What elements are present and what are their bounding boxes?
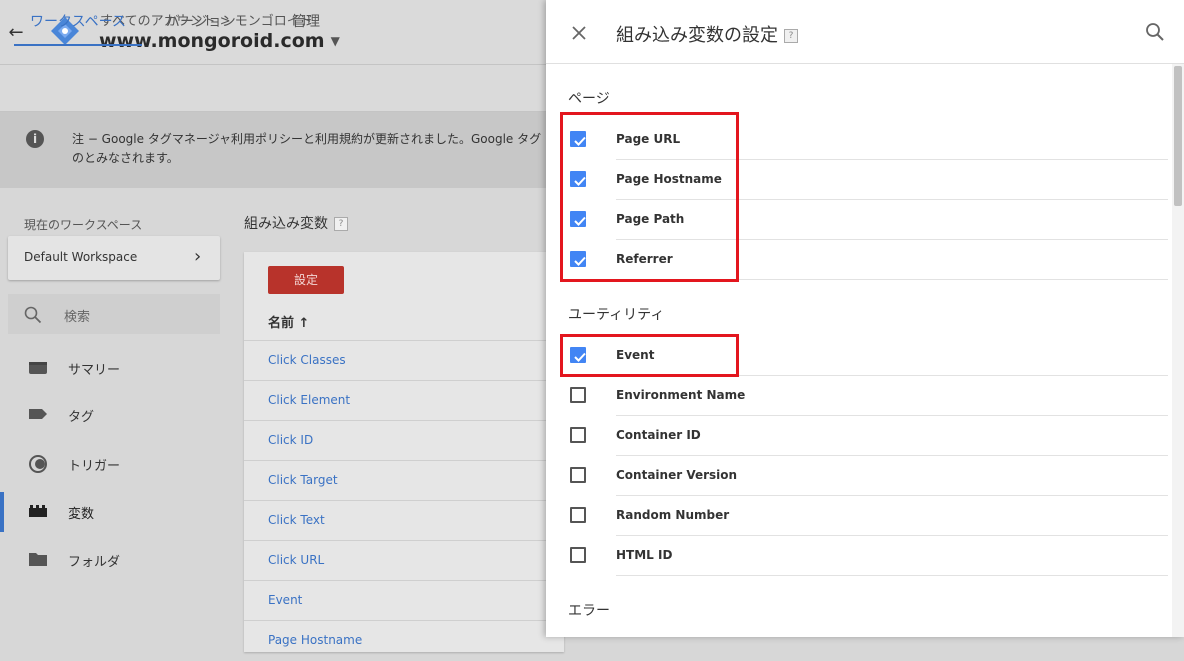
variable-label: HTML ID bbox=[616, 548, 673, 562]
notice-line-2: のとみなされます。 bbox=[72, 151, 179, 165]
section-heading-utilities: ユーティリティ bbox=[568, 307, 665, 323]
name-column-header[interactable]: 名前 ↑ bbox=[268, 312, 309, 331]
variable-checkbox-row[interactable]: Container Version bbox=[566, 456, 1168, 496]
close-icon[interactable] bbox=[566, 20, 592, 46]
table-row[interactable]: Page Hostname bbox=[244, 620, 564, 661]
content-title-text: 組み込み変数 bbox=[244, 216, 328, 232]
table-row-link[interactable]: Click URL bbox=[268, 553, 324, 567]
section-heading-page: ページ bbox=[568, 91, 610, 107]
sidebar-search-label: 検索 bbox=[64, 310, 91, 325]
tab-versions[interactable]: バージョン bbox=[166, 0, 236, 44]
variable-checkbox-row[interactable]: Environment Name bbox=[566, 376, 1168, 416]
table-row[interactable]: Event bbox=[244, 580, 564, 621]
scrollbar-thumb[interactable] bbox=[1174, 66, 1182, 206]
chevron-right-icon: › bbox=[194, 246, 202, 267]
sidebar-item-label: トリガー bbox=[68, 459, 121, 474]
variable-checkbox-row[interactable]: Container ID bbox=[566, 416, 1168, 456]
table-row-link[interactable]: Click Target bbox=[268, 473, 338, 487]
content-title: 組み込み変数? bbox=[244, 213, 348, 233]
table-row[interactable]: Click ID bbox=[244, 420, 564, 461]
search-icon[interactable] bbox=[1144, 21, 1166, 43]
sidebar-item-folders[interactable]: フォルダ bbox=[0, 539, 230, 579]
variable-label: Random Number bbox=[616, 508, 730, 522]
sidebar-item-label: サマリー bbox=[68, 363, 121, 378]
highlight-box bbox=[560, 112, 739, 282]
help-icon[interactable]: ? bbox=[334, 217, 348, 231]
workspace-label: 現在のワークスペース bbox=[24, 218, 143, 232]
highlight-box bbox=[560, 334, 739, 377]
table-row[interactable]: Click Text bbox=[244, 500, 564, 541]
checkbox-unchecked[interactable] bbox=[570, 387, 586, 403]
table-row-link[interactable]: Click Classes bbox=[268, 353, 346, 367]
checkbox-unchecked[interactable] bbox=[570, 467, 586, 483]
sidebar-item-label: タグ bbox=[68, 410, 95, 425]
sidebar-item-tags[interactable]: タグ bbox=[0, 394, 230, 434]
sidebar-item-label: フォルダ bbox=[68, 555, 121, 570]
table-row-link[interactable]: Page Hostname bbox=[268, 633, 362, 647]
tab-admin[interactable]: 管理 bbox=[292, 0, 320, 44]
variables-icon bbox=[28, 503, 48, 519]
table-row[interactable]: Click Element bbox=[244, 380, 564, 421]
variable-label: Environment Name bbox=[616, 388, 746, 402]
checkbox-unchecked[interactable] bbox=[570, 547, 586, 563]
tag-icon bbox=[28, 406, 48, 422]
table-row-link[interactable]: Click ID bbox=[268, 433, 313, 447]
folder-icon bbox=[28, 551, 48, 567]
variable-checkbox-row[interactable]: Random Number bbox=[566, 496, 1168, 536]
variable-checkbox-row[interactable]: HTML ID bbox=[566, 536, 1168, 576]
summary-icon bbox=[28, 359, 48, 375]
section-heading-errors: エラー bbox=[568, 603, 610, 619]
checkbox-unchecked[interactable] bbox=[570, 507, 586, 523]
trigger-icon bbox=[28, 455, 48, 473]
workspace-name: Default Workspace bbox=[24, 250, 138, 264]
tab-workspace[interactable]: ワークスペース bbox=[14, 0, 142, 46]
table-row[interactable]: Click URL bbox=[244, 540, 564, 581]
info-icon: i bbox=[26, 130, 44, 148]
configure-button[interactable]: 設定 bbox=[268, 266, 344, 294]
variable-label: Container ID bbox=[616, 428, 701, 442]
panel-title-text: 組み込み変数の設定 bbox=[616, 25, 778, 46]
notice-text: 注 − Google タグマネージャ利用ポリシーと利用規約が更新されました。Go… bbox=[72, 130, 542, 168]
panel-title: 組み込み変数の設定? bbox=[616, 21, 798, 47]
notice-line-1: 注 − Google タグマネージャ利用ポリシーと利用規約が更新されました。Go… bbox=[72, 132, 542, 146]
table-row[interactable]: Click Classes bbox=[244, 340, 564, 381]
table-row-link[interactable]: Event bbox=[268, 593, 302, 607]
sidebar-item-variables[interactable]: 変数 bbox=[0, 491, 230, 531]
help-icon[interactable]: ? bbox=[784, 29, 798, 43]
table-row-link[interactable]: Click Text bbox=[268, 513, 325, 527]
sidebar-item-triggers[interactable]: トリガー bbox=[0, 443, 230, 483]
search-icon bbox=[24, 306, 42, 324]
checkbox-unchecked[interactable] bbox=[570, 427, 586, 443]
table-row[interactable]: Click Target bbox=[244, 460, 564, 501]
workspace-selector[interactable]: Default Workspace › bbox=[8, 236, 220, 280]
table-row-link[interactable]: Click Element bbox=[268, 393, 350, 407]
main-nav bbox=[0, 65, 560, 112]
sidebar-item-label: 変数 bbox=[68, 507, 95, 522]
sidebar-item-summary[interactable]: サマリー bbox=[0, 347, 230, 387]
variable-label: Container Version bbox=[616, 468, 738, 482]
caret-down-icon: ▼ bbox=[330, 34, 340, 48]
